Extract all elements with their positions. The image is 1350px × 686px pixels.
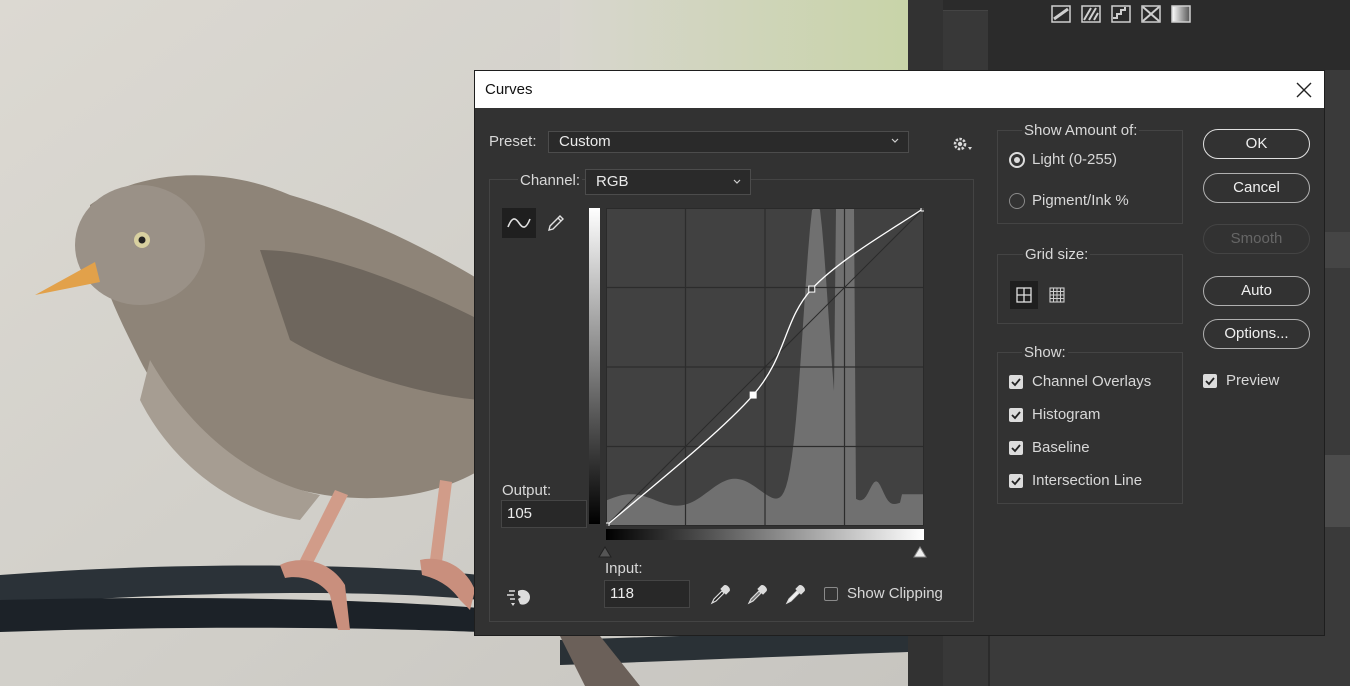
curve-point[interactable] [920,208,924,212]
histogram-checkbox[interactable] [1009,408,1023,422]
curves-dialog: Curves Preset: Custom Channel: RGB Outpu… [474,70,1325,636]
baseline-label: Baseline [1032,439,1090,456]
preview-label: Preview [1226,372,1280,389]
show-clipping-label: Show Clipping [847,585,943,602]
show-amount-group [997,130,1183,224]
channel-label: Channel: [518,172,583,189]
auto-button[interactable]: Auto [1203,276,1310,306]
gear-icon[interactable] [951,135,973,153]
adjustment-icons-row [1050,4,1192,24]
pigment-radio[interactable] [1009,193,1025,209]
curve-graph[interactable] [606,208,924,526]
gradient-map-icon[interactable] [1080,4,1102,24]
channel-dropdown[interactable]: RGB [585,169,751,195]
white-point-slider[interactable] [913,546,927,558]
preset-dropdown[interactable]: Custom [548,131,909,153]
ok-button[interactable]: OK [1203,129,1310,159]
curve-point[interactable] [606,522,610,526]
channel-overlays-label: Channel Overlays [1032,373,1152,390]
grid-size-title: Grid size: [1023,246,1091,263]
intersection-line-label: Intersection Line [1032,472,1143,489]
input-field[interactable]: 118 [604,580,690,608]
channel-mixer-icon[interactable] [1050,4,1072,24]
preset-label: Preset: [489,133,537,150]
threshold-icon[interactable] [1140,4,1162,24]
dialog-title: Curves [485,81,533,98]
grid-detailed-icon [1049,287,1065,303]
chevron-down-icon [891,138,899,143]
close-icon[interactable] [1294,80,1314,100]
preview-checkbox[interactable] [1203,374,1217,388]
show-title: Show: [1022,344,1068,361]
channel-value: RGB [596,173,629,190]
panel-row [1324,232,1350,268]
selected-curve-point[interactable] [749,391,757,399]
channel-overlays-checkbox[interactable] [1009,375,1023,389]
grid-4x4-button[interactable] [1010,281,1038,309]
eyedropper-white-icon[interactable] [783,583,807,607]
light-radio[interactable] [1009,152,1025,168]
curve-point-tool-button[interactable] [502,208,536,238]
preset-value: Custom [559,133,611,150]
pencil-icon [548,215,564,231]
options-button[interactable]: Options... [1203,319,1310,349]
pencil-tool-button[interactable] [539,208,573,238]
curve-point[interactable] [808,285,816,293]
output-field[interactable]: 105 [501,500,587,528]
cancel-button[interactable]: Cancel [1203,173,1310,203]
dialog-titlebar: Curves [475,71,1324,108]
show-clipping-checkbox[interactable] [824,587,838,601]
on-image-adjust-icon[interactable] [507,587,533,609]
pigment-radio-label: Pigment/Ink % [1032,192,1129,209]
grid-10x10-button[interactable] [1043,281,1071,309]
intersection-line-checkbox[interactable] [1009,474,1023,488]
output-gradient-bar [589,208,600,524]
black-point-slider[interactable] [598,546,612,558]
histogram-label: Histogram [1032,406,1101,423]
output-label: Output: [502,482,552,499]
eyedropper-black-icon[interactable] [708,583,732,607]
light-radio-label: Light (0-255) [1032,151,1118,168]
eyedropper-gray-icon[interactable] [745,583,769,607]
curve-tool-icon [507,218,531,228]
panel-row-highlight [1324,455,1350,527]
grid-simple-icon [1016,287,1032,303]
posterize-icon[interactable] [1110,4,1132,24]
selective-color-icon[interactable] [1170,4,1192,24]
input-gradient-bar [606,529,924,540]
show-amount-title: Show Amount of: [1022,122,1140,139]
baseline-checkbox[interactable] [1009,441,1023,455]
smooth-button[interactable]: Smooth [1203,224,1310,254]
chevron-down-icon [733,179,741,184]
input-label: Input: [605,560,643,577]
